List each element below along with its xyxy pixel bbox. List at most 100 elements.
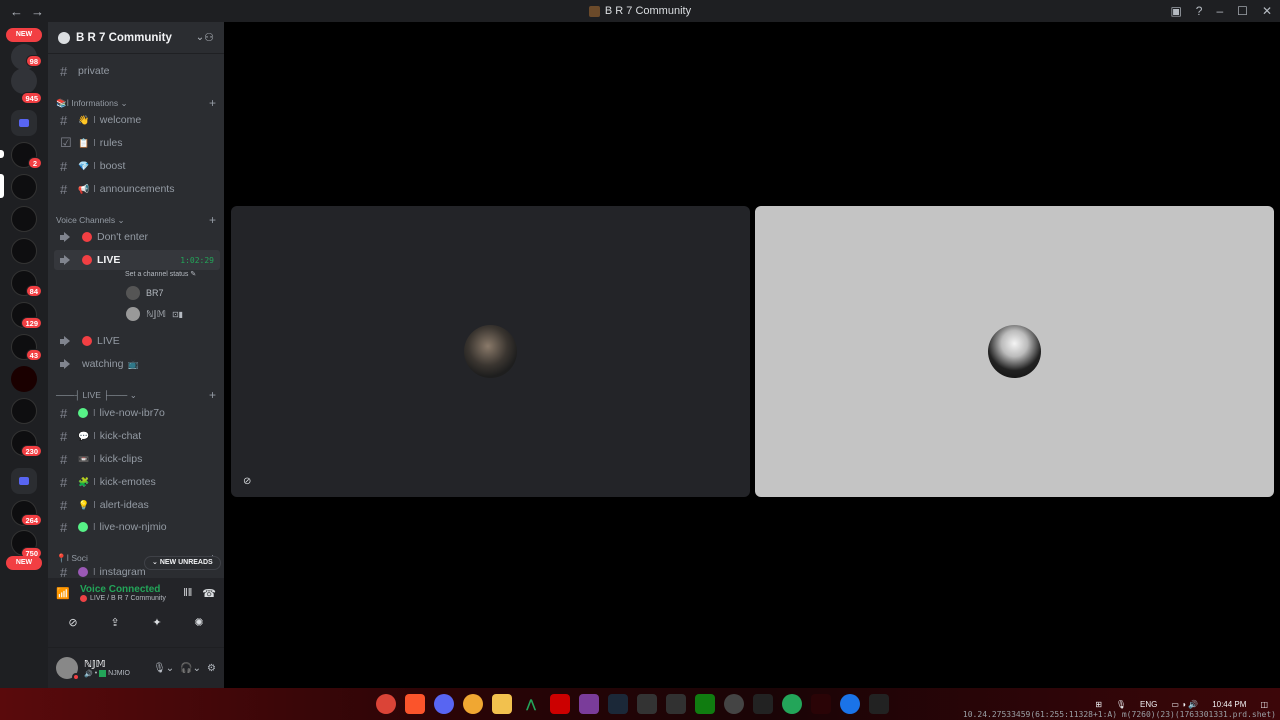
- minimize-button[interactable]: –: [1216, 4, 1223, 18]
- server-folder-icon[interactable]: [11, 110, 37, 136]
- app-icon[interactable]: [579, 694, 599, 714]
- participant-tile[interactable]: ⊘: [231, 206, 750, 497]
- new-pill-top[interactable]: NEW: [6, 28, 42, 42]
- app-icon[interactable]: [782, 694, 802, 714]
- notification-icon[interactable]: ◫: [1260, 700, 1268, 709]
- voice-channel-live-active[interactable]: LIVE 1:02:29: [54, 250, 220, 270]
- server-icon[interactable]: [11, 174, 37, 200]
- chevron-down-icon[interactable]: ⌄: [196, 32, 204, 43]
- screen-share-icon[interactable]: ⇪: [97, 612, 133, 632]
- brave-icon[interactable]: [405, 694, 425, 714]
- camera-off-icon[interactable]: ⊘: [55, 612, 91, 632]
- disconnect-icon[interactable]: ☎: [202, 587, 216, 600]
- forward-arrow-icon[interactable]: →: [31, 4, 44, 19]
- category-live[interactable]: ───┤ LIVE ├─── ⌄ +: [56, 388, 216, 402]
- microphone-tray-icon[interactable]: 🎙: [1116, 700, 1126, 709]
- channel-welcome[interactable]: # 👋 ا welcome: [54, 110, 220, 130]
- mention-badge: 129: [21, 317, 42, 329]
- page-emoji-icon: 📋: [78, 137, 90, 148]
- noise-suppression-icon[interactable]: ‖‖: [183, 587, 192, 599]
- server-rail: NEW 98 945 2 84 129 43 230 264 750 NEW: [0, 22, 48, 688]
- activities-icon[interactable]: ✦: [139, 612, 175, 632]
- app-icon[interactable]: [811, 694, 831, 714]
- voice-user-name: ℕ𝕁𝕄: [146, 308, 166, 319]
- channel-kick-emotes[interactable]: # 🧩 ا kick-emotes: [54, 472, 220, 492]
- obs-icon[interactable]: [724, 694, 744, 714]
- channel-private[interactable]: # private: [54, 61, 220, 81]
- server-icon[interactable]: [11, 238, 37, 264]
- channel-live-now-njmio[interactable]: # ا live-now-njmio: [54, 517, 220, 537]
- invite-icon[interactable]: ⚇: [204, 31, 214, 44]
- help-icon[interactable]: ?: [1196, 4, 1203, 18]
- user-panel: ℕ𝕁𝕄 🔊 • NJMIO 🎙⌄ 🎧⌄ ⚙: [48, 648, 224, 688]
- category-informations[interactable]: 📚 ا Informations ⌄ +: [56, 96, 216, 110]
- voice-status-title[interactable]: Voice Connected: [80, 584, 173, 595]
- add-channel-icon[interactable]: +: [209, 96, 216, 110]
- category-voice-channels[interactable]: Voice Channels ⌄ +: [56, 213, 216, 227]
- gear-icon[interactable]: ⚙: [207, 663, 216, 674]
- close-button[interactable]: ✕: [1262, 4, 1272, 18]
- file-explorer-icon[interactable]: [492, 694, 512, 714]
- channel-label: announcements: [99, 183, 175, 195]
- voice-status-subtitle[interactable]: LIVE / B R 7 Community: [80, 595, 173, 602]
- app-icon[interactable]: [753, 694, 773, 714]
- xbox-icon[interactable]: [695, 694, 715, 714]
- server-header[interactable]: B R 7 Community ⌄ ⚇: [48, 22, 224, 54]
- signal-icon[interactable]: 📶: [56, 587, 70, 600]
- app-icon[interactable]: [869, 694, 889, 714]
- user-tag[interactable]: 🔊 • NJMIO: [84, 670, 153, 678]
- channel-label: alert-ideas: [99, 499, 149, 511]
- soundboard-icon[interactable]: ✺: [181, 612, 217, 632]
- channel-alert-ideas[interactable]: # 💡 ا alert-ideas: [54, 495, 220, 515]
- server-folder-icon[interactable]: [11, 468, 37, 494]
- voice-channel-watching[interactable]: watching 📺: [54, 354, 220, 374]
- channel-kick-chat[interactable]: # 💬 ا kick-chat: [54, 426, 220, 446]
- server-icon[interactable]: [11, 398, 37, 424]
- red-circle-icon: [82, 232, 92, 242]
- app-icon[interactable]: ⋀: [521, 694, 541, 714]
- back-arrow-icon[interactable]: ←: [10, 4, 23, 19]
- channel-live-now-ibr7o[interactable]: # ا live-now-ibr7o: [54, 403, 220, 423]
- voice-channel-live[interactable]: LIVE: [54, 331, 220, 351]
- mouse-icon[interactable]: [637, 694, 657, 714]
- microphone-icon[interactable]: 🎙⌄: [153, 663, 174, 674]
- voice-user-name: BR7: [146, 288, 164, 298]
- server-icon[interactable]: [11, 366, 37, 392]
- channel-rules[interactable]: ☑ 📋 ا rules: [54, 133, 220, 153]
- user-display-name[interactable]: ℕ𝕁𝕄: [84, 659, 153, 670]
- channel-status-prompt[interactable]: Set a channel status ✎: [125, 270, 196, 278]
- new-pill-bottom[interactable]: NEW: [6, 556, 42, 570]
- steam-icon[interactable]: [608, 694, 628, 714]
- add-channel-icon[interactable]: +: [209, 213, 216, 227]
- tray-apps-icon[interactable]: ⊞: [1095, 700, 1102, 709]
- maximize-button[interactable]: ☐: [1237, 4, 1248, 18]
- hash-icon: #: [60, 405, 68, 421]
- participant-tile[interactable]: [755, 206, 1274, 497]
- chrome-icon[interactable]: [376, 694, 396, 714]
- discord-icon[interactable]: [434, 694, 454, 714]
- channel-label: welcome: [99, 114, 142, 126]
- server-icon[interactable]: [11, 68, 37, 94]
- clock[interactable]: 10:44 PM: [1212, 700, 1246, 709]
- app-icon[interactable]: [840, 694, 860, 714]
- server-icon[interactable]: [11, 206, 37, 232]
- category-label: Voice Channels ⌄: [56, 214, 125, 225]
- participant-avatar: [463, 324, 517, 378]
- headphones-icon[interactable]: 🎧⌄: [180, 663, 201, 674]
- channel-boost[interactable]: # 💎 ا boost: [54, 156, 220, 176]
- voicemod-icon[interactable]: [550, 694, 570, 714]
- channel-announcements[interactable]: # 📢 ا announcements: [54, 179, 220, 199]
- chat-icon[interactable]: [463, 694, 483, 714]
- network-icon[interactable]: ▭ ◑ 🔊: [1171, 700, 1198, 709]
- server-name[interactable]: B R 7 Community: [76, 32, 196, 44]
- inbox-icon[interactable]: ▣: [1170, 4, 1181, 18]
- channel-kick-clips[interactable]: # 📼 ا kick-clips: [54, 449, 220, 469]
- voice-channel-dont-enter[interactable]: Don't enter: [54, 227, 220, 247]
- new-unreads-button[interactable]: ⌄ NEW UNREADS: [144, 556, 221, 570]
- avatar[interactable]: [56, 657, 80, 681]
- epic-games-icon[interactable]: [666, 694, 686, 714]
- speaker-icon: [60, 359, 74, 370]
- mention-badge: 264: [21, 514, 42, 526]
- add-channel-icon[interactable]: +: [209, 388, 216, 402]
- language-indicator[interactable]: ENG: [1140, 700, 1157, 709]
